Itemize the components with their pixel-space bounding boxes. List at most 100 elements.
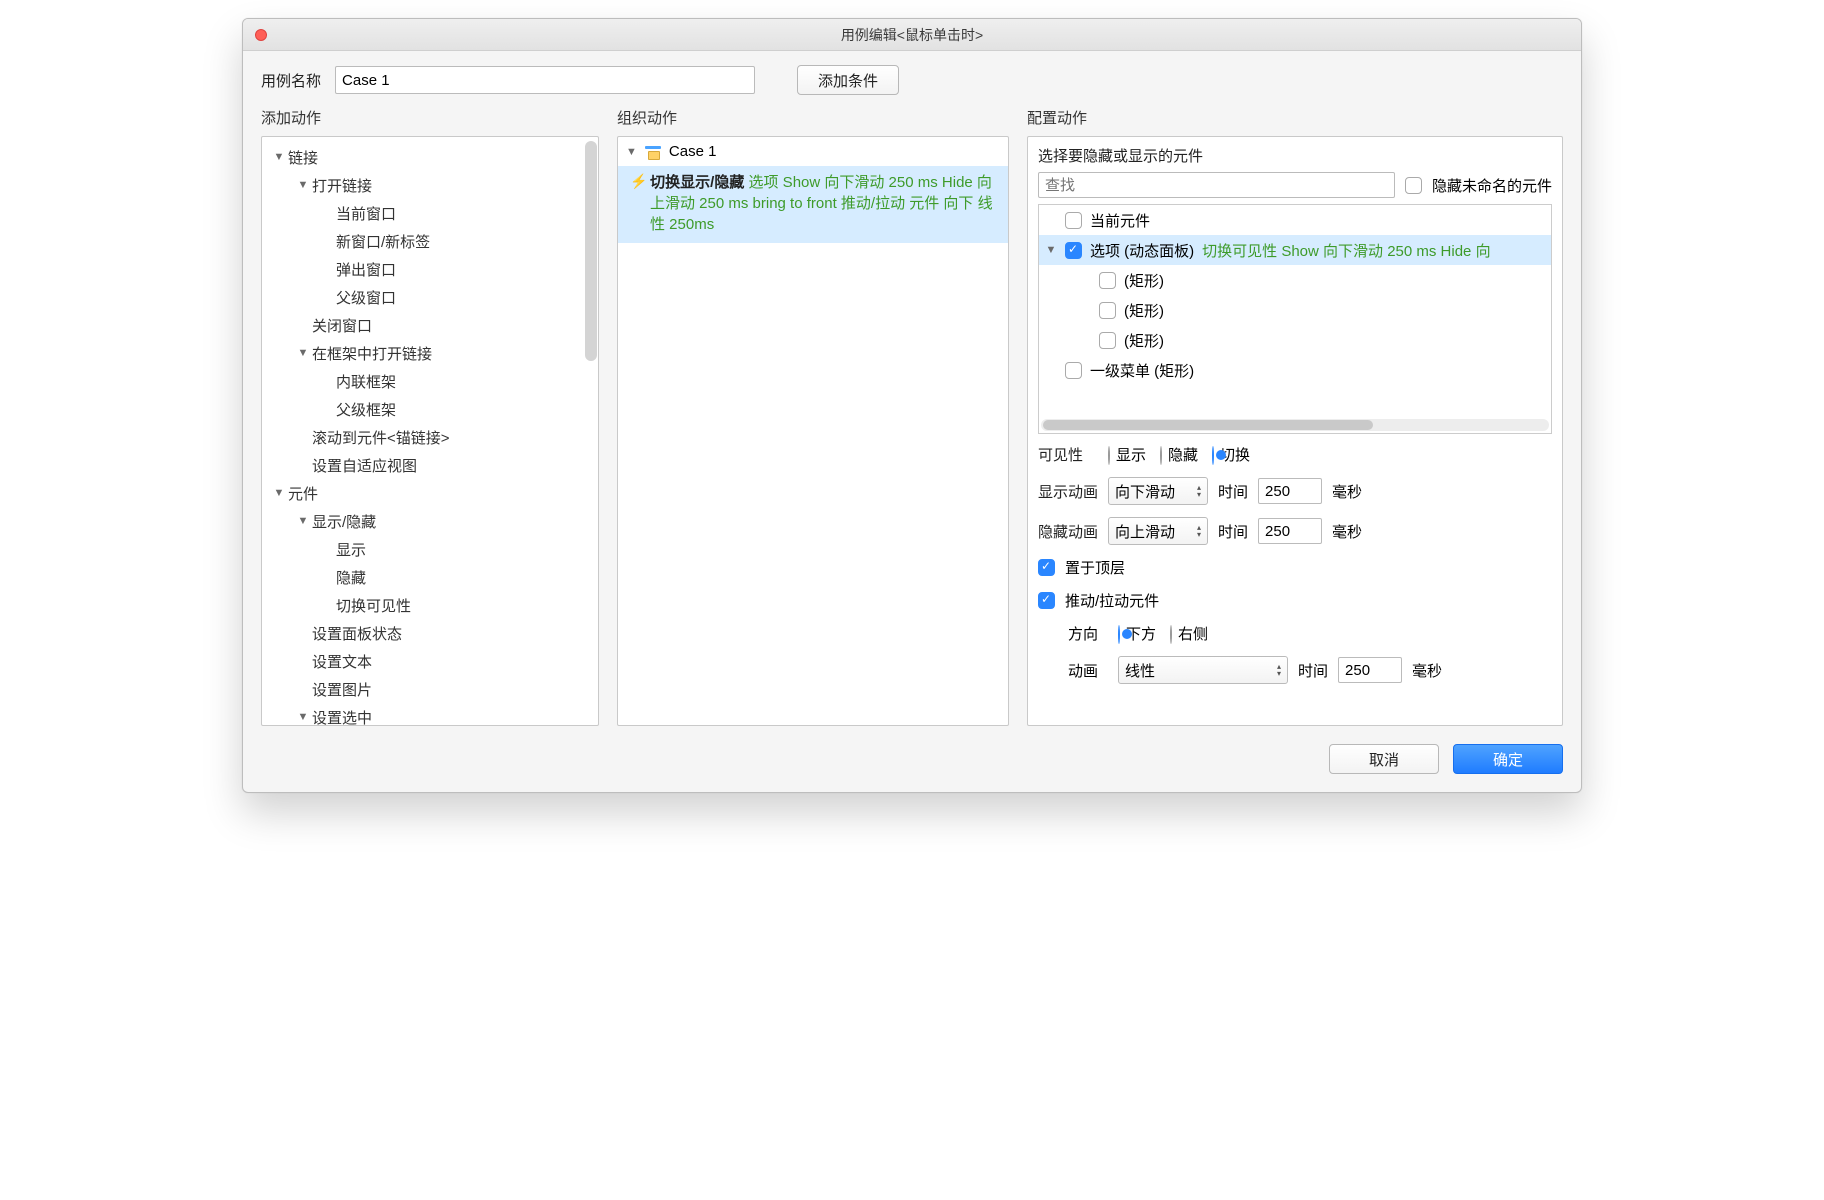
cancel-button[interactable]: 取消	[1329, 744, 1439, 774]
action-tree-item[interactable]: ▼弹出窗口	[262, 255, 598, 283]
widget-row[interactable]: ▼当前元件	[1039, 205, 1551, 235]
case-name-label: 用例名称	[261, 70, 321, 91]
action-tree-item[interactable]: ▼显示/隐藏	[262, 507, 598, 535]
bring-front-row: 置于顶层	[1038, 557, 1552, 578]
action-tree-item[interactable]: ▼设置面板状态	[262, 619, 598, 647]
visibility-radio[interactable]	[1108, 446, 1110, 465]
tree-item-label: 链接	[288, 147, 318, 168]
tree-item-label: 显示/隐藏	[312, 511, 376, 532]
widget-row[interactable]: ▼选项 (动态面板) 切换可见性 Show 向下滑动 250 ms Hide 向	[1039, 235, 1551, 265]
scrollbar[interactable]	[585, 141, 597, 361]
direction-radio[interactable]	[1170, 625, 1172, 644]
show-anim-select[interactable]: 向下滑动▴▾	[1108, 477, 1208, 505]
anim-time-input[interactable]	[1338, 657, 1402, 683]
bring-front-checkbox[interactable]	[1038, 559, 1055, 576]
action-tree-item[interactable]: ▼内联框架	[262, 367, 598, 395]
action-tree-item[interactable]: ▼设置自适应视图	[262, 451, 598, 479]
config-subheader: 选择要隐藏或显示的元件	[1038, 145, 1552, 166]
chevron-down-icon: ▼	[626, 146, 637, 158]
tree-item-label: 元件	[288, 483, 318, 504]
organize-panel: ▼ Case 1 ⚡ 切换显示/隐藏 选项 Show 向下滑动 250 ms H…	[617, 136, 1009, 726]
widget-checkbox[interactable]	[1099, 272, 1116, 289]
tree-item-label: 设置选中	[312, 707, 372, 726]
config-panel: 选择要隐藏或显示的元件 隐藏未命名的元件 ▼当前元件▼选项 (动态面板) 切换可…	[1027, 136, 1563, 726]
widget-checkbox[interactable]	[1065, 242, 1082, 259]
hide-unnamed-checkbox[interactable]	[1405, 177, 1422, 194]
tree-item-label: 设置自适应视图	[312, 455, 417, 476]
action-tree-item[interactable]: ▼元件	[262, 479, 598, 507]
push-pull-checkbox[interactable]	[1038, 592, 1055, 609]
widget-row[interactable]: ▼一级菜单 (矩形)	[1039, 355, 1551, 385]
visibility-option-label: 显示	[1116, 447, 1146, 464]
push-pull-label: 推动/拉动元件	[1065, 590, 1159, 611]
action-tree-item[interactable]: ▼父级框架	[262, 395, 598, 423]
case-icon	[645, 146, 661, 158]
action-tree-item[interactable]: ▼设置选中	[262, 703, 598, 725]
show-time-unit: 毫秒	[1332, 481, 1362, 502]
tree-item-label: 隐藏	[336, 567, 366, 588]
action-tree-item[interactable]: ▼链接	[262, 143, 598, 171]
anim-label: 动画	[1068, 660, 1108, 681]
case-name-input[interactable]	[335, 66, 755, 94]
action-tree-item[interactable]: ▼隐藏	[262, 563, 598, 591]
action-tree-item[interactable]: ▼滚动到元件<锚链接>	[262, 423, 598, 451]
chevron-down-icon: ▼	[272, 151, 286, 163]
widget-row[interactable]: (矩形)	[1039, 325, 1551, 355]
tree-item-label: 父级框架	[336, 399, 396, 420]
add-action-header: 添加动作	[261, 107, 599, 128]
widget-checkbox[interactable]	[1065, 362, 1082, 379]
widget-sublabel: 切换可见性 Show 向下滑动 250 ms Hide 向	[1202, 240, 1490, 261]
widget-checkbox[interactable]	[1099, 332, 1116, 349]
action-tree-item[interactable]: ▼设置图片	[262, 675, 598, 703]
widget-label: (矩形)	[1124, 300, 1164, 321]
widget-search-input[interactable]	[1038, 172, 1395, 198]
action-tree-item[interactable]: ▼显示	[262, 535, 598, 563]
action-tree-item[interactable]: ▼切换可见性	[262, 591, 598, 619]
add-condition-button[interactable]: 添加条件	[797, 65, 899, 95]
action-tree[interactable]: ▼链接▼打开链接▼当前窗口▼新窗口/新标签▼弹出窗口▼父级窗口▼关闭窗口▼在框架…	[262, 137, 598, 725]
hide-anim-row: 隐藏动画 向上滑动▴▾ 时间 毫秒	[1038, 517, 1552, 545]
widget-row[interactable]: (矩形)	[1039, 265, 1551, 295]
action-tree-item[interactable]: ▼打开链接	[262, 171, 598, 199]
visibility-label: 可见性	[1038, 444, 1098, 465]
action-tree-item[interactable]: ▼父级窗口	[262, 283, 598, 311]
anim-time-unit: 毫秒	[1412, 660, 1442, 681]
tree-item-label: 切换可见性	[336, 595, 411, 616]
action-tree-item[interactable]: ▼当前窗口	[262, 199, 598, 227]
ok-button[interactable]: 确定	[1453, 744, 1563, 774]
show-time-input[interactable]	[1258, 478, 1322, 504]
hide-anim-label: 隐藏动画	[1038, 521, 1098, 542]
direction-radio[interactable]	[1118, 625, 1120, 644]
action-tree-item[interactable]: ▼在框架中打开链接	[262, 339, 598, 367]
case-editor-window: 用例编辑<鼠标单击时> 用例名称 添加条件 添加动作 ▼链接▼打开链接▼当前窗口…	[242, 18, 1582, 793]
tree-item-label: 设置文本	[312, 651, 372, 672]
tree-item-label: 在框架中打开链接	[312, 343, 432, 364]
visibility-radio[interactable]	[1160, 446, 1162, 465]
show-anim-label: 显示动画	[1038, 481, 1098, 502]
widget-checkbox[interactable]	[1099, 302, 1116, 319]
widget-checkbox[interactable]	[1065, 212, 1082, 229]
titlebar: 用例编辑<鼠标单击时>	[243, 19, 1581, 51]
tree-item-label: 内联框架	[336, 371, 396, 392]
tree-item-label: 打开链接	[312, 175, 372, 196]
hide-anim-select[interactable]: 向上滑动▴▾	[1108, 517, 1208, 545]
widget-label: 选项 (动态面板)	[1090, 240, 1194, 261]
action-tree-item[interactable]: ▼设置文本	[262, 647, 598, 675]
hide-time-input[interactable]	[1258, 518, 1322, 544]
chevron-down-icon: ▼	[296, 515, 310, 527]
anim-select[interactable]: 线性▴▾	[1118, 656, 1288, 684]
action-name: 切换显示/隐藏	[650, 174, 744, 191]
widget-row[interactable]: (矩形)	[1039, 295, 1551, 325]
tree-item-label: 当前窗口	[336, 203, 396, 224]
chevron-down-icon: ▼	[296, 711, 310, 723]
widget-tree[interactable]: ▼当前元件▼选项 (动态面板) 切换可见性 Show 向下滑动 250 ms H…	[1038, 204, 1552, 434]
visibility-radio[interactable]	[1212, 446, 1214, 465]
action-tree-item[interactable]: ▼新窗口/新标签	[262, 227, 598, 255]
chevron-down-icon: ▼	[296, 179, 310, 191]
h-scrollbar[interactable]	[1041, 419, 1549, 431]
widget-label: (矩形)	[1124, 270, 1164, 291]
action-tree-item[interactable]: ▼关闭窗口	[262, 311, 598, 339]
close-window-icon[interactable]	[255, 29, 267, 41]
case-row[interactable]: ▼ Case 1	[618, 137, 1008, 166]
action-item[interactable]: ⚡ 切换显示/隐藏 选项 Show 向下滑动 250 ms Hide 向上滑动 …	[618, 166, 1008, 243]
